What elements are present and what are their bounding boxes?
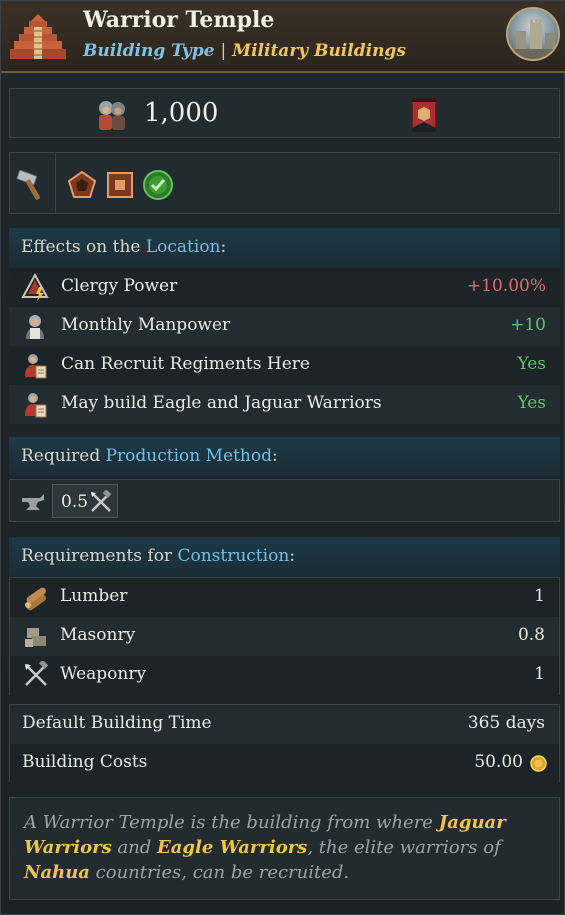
hammer-cell — [10, 153, 56, 213]
effect-row-manpower[interactable]: Monthly Manpower +10 — [9, 307, 560, 346]
effect-row-clergy[interactable]: Clergy Power +10.00% — [9, 268, 560, 307]
castle-icon — [514, 19, 558, 59]
effect-value: Yes — [517, 393, 546, 413]
effect-label: May build Eagle and Jaguar Warriors — [61, 393, 382, 413]
weaponry-icon — [91, 490, 112, 512]
construction-requirements: Lumber 1 Masonry 0.8 Weaponry 1 — [9, 577, 560, 695]
effects-header-prefix: Effects on the — [21, 237, 146, 257]
masonry-icon — [25, 628, 46, 647]
production-method-box: 0.5 — [9, 479, 560, 522]
production-header-suffix: : — [271, 446, 278, 466]
building-stats: 1,000 — [9, 88, 560, 138]
construction-link[interactable]: Construction — [177, 546, 289, 566]
production-section: Required Production Method: — [9, 437, 560, 477]
nahua-link[interactable]: Nahua — [24, 862, 90, 883]
requirement-label: Weaponry — [60, 664, 147, 684]
construction-header: Requirements for Construction: — [9, 537, 560, 577]
building-time-row: Default Building Time 365 days — [10, 705, 559, 744]
soldiers-icon — [99, 101, 125, 130]
building-type-link[interactable]: Building Type — [83, 41, 215, 61]
effect-value: +10 — [510, 315, 546, 335]
square-badge-icon[interactable] — [104, 169, 136, 201]
production-header: Required Production Method: — [9, 437, 560, 477]
effect-label: Monthly Manpower — [61, 315, 231, 335]
effect-value: Yes — [517, 354, 546, 374]
requirement-row-weaponry[interactable]: Weaponry 1 — [10, 656, 559, 695]
recruit-icon — [25, 393, 47, 418]
anvil-icon — [22, 494, 44, 510]
castle-portrait — [506, 7, 560, 61]
location-link[interactable]: Location — [146, 237, 221, 257]
production-header-prefix: Required — [21, 446, 106, 466]
hammer-icon[interactable] — [16, 167, 50, 201]
effect-label: Clergy Power — [61, 276, 178, 296]
requirement-value: 1 — [534, 664, 545, 684]
building-summary: Default Building Time 365 days Building … — [9, 704, 560, 783]
requirement-label: Lumber — [60, 586, 128, 606]
building-tooltip: Warrior Temple Building Type | Military Bu… — [0, 0, 565, 915]
regiment-banner-icon[interactable] — [404, 96, 444, 132]
description-text: countries, can be recruited. — [89, 862, 350, 883]
building-subtitle: Building Type | Military Buildings — [83, 41, 406, 61]
building-cost-value: 50.00 — [474, 752, 523, 772]
production-value: 0.5 — [61, 492, 89, 512]
requirement-row-masonry[interactable]: Masonry 0.8 — [10, 617, 559, 656]
building-category[interactable]: Military Buildings — [232, 41, 406, 61]
lumber-icon — [25, 587, 46, 611]
weaponry-icon — [25, 661, 49, 686]
building-time-value: 365 days — [467, 713, 545, 733]
requirement-row-lumber[interactable]: Lumber 1 — [10, 578, 559, 617]
production-method-chip[interactable]: 0.5 — [52, 484, 118, 518]
building-time-label: Default Building Time — [22, 713, 212, 733]
construction-section: Requirements for Construction: — [9, 537, 560, 577]
building-tags — [9, 152, 560, 214]
building-cost-row: Building Costs 50.00 — [10, 744, 559, 783]
manpower-icon — [26, 315, 44, 339]
description-text: A Warrior Temple is the building from wh… — [24, 812, 439, 833]
requirement-value: 1 — [534, 586, 545, 606]
effects-section: Effects on the Location: Clergy Power +1… — [9, 228, 560, 424]
subtitle-separator: | — [220, 41, 227, 61]
gold-coin-icon — [530, 755, 547, 772]
construction-header-suffix: : — [289, 546, 295, 566]
building-description: A Warrior Temple is the building from wh… — [9, 797, 560, 900]
pentagon-badge-icon[interactable] — [66, 169, 98, 201]
clergy-power-icon — [21, 273, 49, 301]
description-text: , the elite warriors of — [307, 837, 501, 858]
requirement-label: Masonry — [60, 625, 136, 645]
manpower-value: 1,000 — [144, 98, 219, 128]
building-cost-label: Building Costs — [22, 752, 148, 772]
effect-value: +10.00% — [466, 276, 546, 296]
stepped-pyramid-icon — [10, 14, 66, 59]
effect-label: Can Recruit Regiments Here — [61, 354, 310, 374]
production-method-link[interactable]: Production Method — [106, 446, 272, 466]
eagle-warriors-link[interactable]: Eagle Warriors — [157, 837, 307, 858]
construction-header-prefix: Requirements for — [21, 546, 178, 566]
green-check-icon[interactable] — [142, 169, 174, 201]
effects-header-suffix: : — [220, 237, 227, 257]
effect-row-eagle-jaguar[interactable]: May build Eagle and Jaguar Warriors Yes — [9, 385, 560, 424]
tooltip-header: Warrior Temple Building Type | Military Bu… — [1, 1, 565, 73]
effects-header: Effects on the Location: — [9, 228, 560, 268]
building-title: Warrior Temple — [83, 7, 275, 33]
effect-row-recruit[interactable]: Can Recruit Regiments Here Yes — [9, 346, 560, 385]
requirement-value: 0.8 — [517, 625, 545, 645]
description-text: and — [111, 837, 158, 858]
recruit-icon — [25, 354, 47, 379]
